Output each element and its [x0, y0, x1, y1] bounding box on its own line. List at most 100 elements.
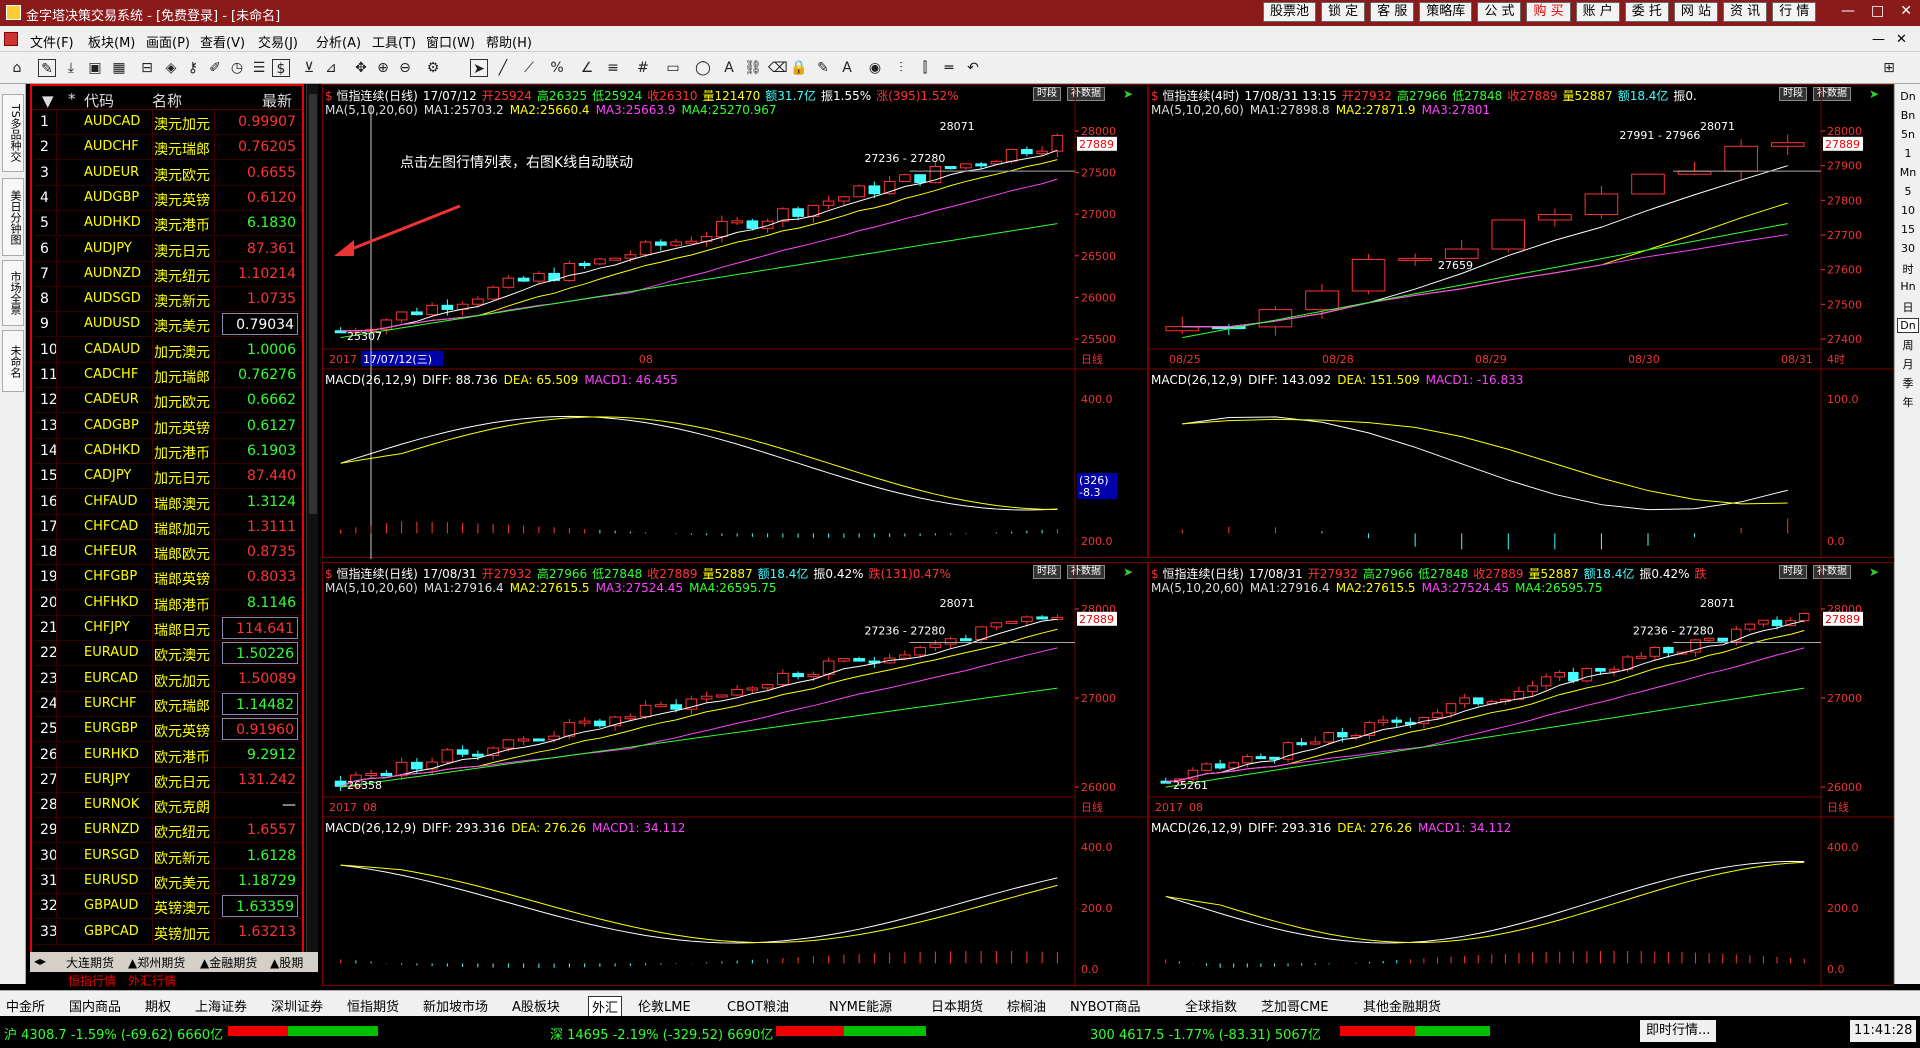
- market-tab-3[interactable]: 上海证券: [195, 996, 247, 1015]
- table-row[interactable]: 29 EURNZD 欧元纽元 1.6557: [34, 818, 302, 844]
- table-row[interactable]: 22 EURAUD 欧元澳元 1.50226: [34, 641, 302, 667]
- live-quote-button[interactable]: 即时行情...: [1640, 1020, 1717, 1042]
- home-icon[interactable]: ⌂: [8, 59, 26, 77]
- period-tool-9[interactable]: 时: [1897, 261, 1919, 277]
- tab-dalian[interactable]: 大连期货: [66, 954, 114, 971]
- market-tab-7[interactable]: A股板块: [512, 996, 560, 1015]
- filter-icon[interactable]: ⊻: [300, 59, 318, 77]
- header-name[interactable]: 名称: [152, 90, 182, 111]
- market-tab-15[interactable]: 全球指数: [1185, 996, 1237, 1015]
- top-button-1[interactable]: 锁 定: [1321, 2, 1366, 22]
- link-tool-icon[interactable]: ⛓: [744, 59, 762, 77]
- top-button-2[interactable]: 客 服: [1370, 2, 1415, 22]
- table-row[interactable]: 3 AUDEUR 澳元欧元 0.6655: [34, 160, 302, 186]
- clock-icon[interactable]: ◷: [228, 59, 246, 77]
- period-tool-5[interactable]: 5: [1897, 185, 1919, 198]
- lock-tool-icon[interactable]: 🔒: [790, 59, 808, 77]
- table-row[interactable]: 11 CADCHF 加元瑞郎 0.76276: [34, 363, 302, 388]
- minimize-button[interactable]: —: [1841, 3, 1855, 19]
- eye-tool-icon[interactable]: ◉: [866, 59, 884, 77]
- table-row[interactable]: 5 AUDHKD 澳元港币 6.1830: [34, 211, 302, 237]
- channel-tool-icon[interactable]: ≡: [604, 59, 622, 77]
- market-tab-8[interactable]: 外汇: [588, 996, 623, 1017]
- period-tool-10[interactable]: Hn: [1897, 280, 1919, 293]
- market-tab-2[interactable]: 期权: [145, 996, 171, 1015]
- watchlist-scrollbar[interactable]: [306, 84, 318, 972]
- table-row[interactable]: 6 AUDJPY 澳元日元 87.361: [34, 236, 302, 262]
- mdi-minimize-icon[interactable]: —: [1872, 32, 1885, 47]
- table-row[interactable]: 15 CADJPY 加元日元 87.440: [34, 464, 302, 490]
- table-row[interactable]: 2 AUDCHF 澳元瑞郎 0.76205: [34, 135, 302, 161]
- table-row[interactable]: 8 AUDSGD 澳元新元 1.0735: [34, 287, 302, 313]
- period-tool-8[interactable]: 30: [1897, 242, 1919, 255]
- market-tab-0[interactable]: 中金所: [6, 996, 45, 1015]
- market-tab-14[interactable]: NYBOT商品: [1070, 996, 1141, 1015]
- period-tool-3[interactable]: 1: [1897, 147, 1919, 160]
- color-tool-icon[interactable]: A: [838, 59, 856, 77]
- menu-tools[interactable]: 工具(T): [372, 32, 416, 51]
- ellipse-tool-icon[interactable]: ◯: [694, 59, 712, 77]
- menu-help[interactable]: 帮助(H): [486, 32, 532, 51]
- mdi-close-icon[interactable]: ✕: [1896, 32, 1907, 47]
- period-tool-2[interactable]: 5n: [1897, 128, 1919, 141]
- table-row[interactable]: 18 CHFEUR 瑞郎欧元 0.8735: [34, 540, 302, 566]
- maximize-button[interactable]: □: [1871, 3, 1884, 19]
- market-tab-16[interactable]: 芝加哥CME: [1261, 996, 1329, 1015]
- period-tool-1[interactable]: Bn: [1897, 109, 1919, 122]
- market-tab-12[interactable]: 日本期货: [931, 996, 983, 1015]
- subtab-fx[interactable]: 外汇行情: [128, 972, 176, 989]
- table-row[interactable]: 13 CADGBP 加元英镑 0.6127: [34, 413, 302, 439]
- table-row[interactable]: 30 EURSGD 欧元新元 1.6128: [34, 843, 302, 869]
- table-row[interactable]: 21 CHFJPY 瑞郎日元 114.641: [34, 616, 302, 641]
- dropdown-icon[interactable]: ▼: [42, 92, 54, 110]
- pen-tool-icon[interactable]: ✎: [814, 59, 832, 77]
- top-button-0[interactable]: 股票池: [1263, 2, 1317, 22]
- table-row[interactable]: 32 GBPAUD 英镑澳元 1.63359: [34, 894, 302, 920]
- scale-icon[interactable]: ⊟: [138, 59, 156, 77]
- fib-tool-icon[interactable]: ⫶: [892, 59, 910, 77]
- table-row[interactable]: 26 EURHKD 欧元港币 9.2912: [34, 742, 302, 768]
- market-tab-17[interactable]: 其他金融期货: [1363, 996, 1441, 1015]
- cursor-icon[interactable]: ➤: [470, 59, 488, 77]
- edit-icon[interactable]: ✐: [206, 59, 224, 77]
- angle-tool-icon[interactable]: ∠: [578, 59, 596, 77]
- tab-zhengzhou[interactable]: ▲郑州期货: [128, 954, 185, 971]
- pin-icon[interactable]: ⊞: [1880, 59, 1898, 77]
- close-button[interactable]: ✕: [1900, 3, 1912, 19]
- line-tool-icon[interactable]: ╱: [494, 59, 512, 77]
- table-row[interactable]: 27 EURJPY 欧元日元 131.242: [34, 767, 302, 793]
- vtab-usdjpy-minute[interactable]: 美日分钟图: [2, 178, 24, 256]
- table-row[interactable]: 14 CADHKD 加元港币 6.1903: [34, 438, 302, 464]
- table-row[interactable]: 9 AUDUSD 澳元美元 0.79034: [34, 312, 302, 338]
- market-tab-6[interactable]: 新加坡市场: [423, 996, 488, 1015]
- table-row[interactable]: 17 CHFCAD 瑞郎加元 1.3111: [34, 514, 302, 540]
- pen-icon[interactable]: ✎: [38, 59, 56, 77]
- period-tool-6[interactable]: 10: [1897, 204, 1919, 217]
- save-icon[interactable]: ▣: [86, 59, 104, 77]
- vtab-market-overview[interactable]: 市场全景: [2, 260, 24, 326]
- period-tool-4[interactable]: Mn: [1897, 166, 1919, 179]
- settings-icon[interactable]: ⚙: [424, 59, 442, 77]
- grid-icon[interactable]: ▦: [110, 59, 128, 77]
- market-tab-9[interactable]: 伦敦LME: [638, 996, 691, 1015]
- price-chart-svg[interactable]: 28000 27900 27800 27700 27600 27500 27400 27889…: [1149, 85, 1895, 559]
- menu-view[interactable]: 查看(V): [200, 32, 245, 51]
- table-row[interactable]: 28 EURNOK 欧元克朗 —: [34, 793, 302, 819]
- tab-stock-futures[interactable]: ▲股期: [270, 954, 303, 971]
- menu-analysis[interactable]: 分析(A): [316, 32, 361, 51]
- header-code[interactable]: 代码: [84, 90, 114, 111]
- menu-sector[interactable]: 板块(M): [88, 32, 135, 51]
- menu-window[interactable]: 窗口(W): [426, 32, 475, 51]
- period-tool-13[interactable]: 周: [1897, 337, 1919, 353]
- top-button-8[interactable]: 网 站: [1673, 2, 1719, 22]
- rect-tool-icon[interactable]: ▭: [664, 59, 682, 77]
- table-row[interactable]: 7 AUDNZD 澳元纽元 1.10214: [34, 261, 302, 287]
- period-tool-16[interactable]: 年: [1897, 394, 1919, 410]
- market-tab-11[interactable]: NYME能源: [829, 996, 892, 1015]
- market-tab-5[interactable]: 恒指期货: [347, 996, 399, 1015]
- market-tab-4[interactable]: 深圳证券: [271, 996, 323, 1015]
- chart-edit-icon[interactable]: ⊿: [322, 59, 340, 77]
- zoom-in-icon[interactable]: ⊕: [374, 59, 392, 77]
- menu-app-icon[interactable]: [4, 32, 18, 46]
- table-row[interactable]: 31 EURUSD 欧元美元 1.18729: [34, 869, 302, 894]
